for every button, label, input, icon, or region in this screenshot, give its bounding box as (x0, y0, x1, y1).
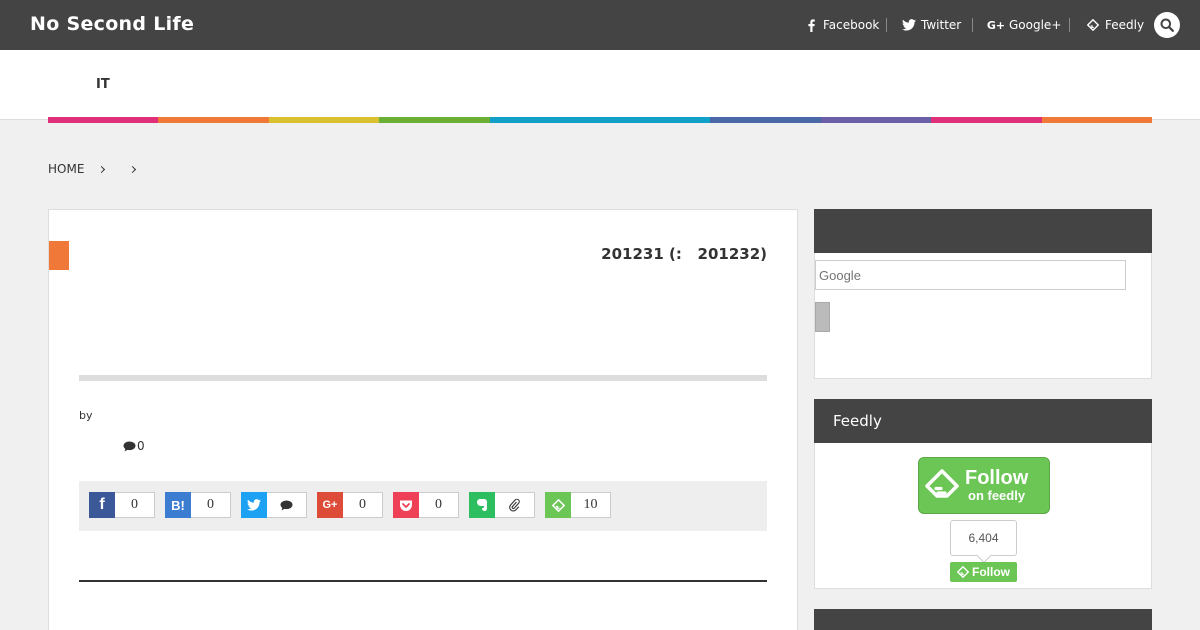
share-count: 0 (115, 492, 155, 518)
feedly-label: Feedly (1105, 18, 1145, 32)
header-band: IT (0, 50, 1200, 120)
facebook-link[interactable]: Facebook (804, 0, 879, 50)
evernote-icon (469, 492, 495, 518)
paperclip-icon (495, 492, 535, 518)
search-widget (814, 253, 1152, 379)
feedly-link[interactable]: Feedly (1086, 0, 1144, 50)
category-color-bar (48, 117, 1153, 123)
twitter-link[interactable]: Twitter (902, 0, 961, 50)
top-bar: No Second Life Facebook Twitter G+ Googl… (0, 0, 1200, 50)
chevron-right-icon (98, 165, 106, 173)
share-count: 10 (571, 492, 611, 518)
feedly-logo-icon (919, 468, 965, 503)
chevron-right-icon (129, 165, 137, 173)
nav-divider (972, 18, 973, 32)
category-color-segment (158, 117, 269, 123)
twitter-icon (241, 492, 267, 518)
category-color-segment (600, 117, 711, 123)
category-color-segment (820, 117, 932, 123)
google-plus-icon: G+ (317, 492, 343, 518)
post-date: 201231 (: 201232) (601, 245, 767, 263)
comment-icon (123, 441, 136, 452)
category-color-segment (268, 117, 380, 123)
share-buttons: f 0 B! 0 G+ 0 0 10 (79, 481, 767, 531)
site-title[interactable]: No Second Life (30, 13, 194, 35)
share-count: 0 (191, 492, 231, 518)
breadcrumb-home[interactable]: HOME (48, 162, 84, 176)
category-color-segment (489, 117, 601, 123)
feedly-follow-small-button[interactable]: Follow (950, 562, 1017, 582)
google-plus-link[interactable]: G+ Google+ (986, 0, 1062, 50)
feedly-widget: Follow on feedly 6,404 Follow (814, 443, 1152, 589)
share-twitter[interactable] (241, 492, 307, 518)
category-color-segment (931, 117, 1042, 123)
share-count: 0 (343, 492, 383, 518)
feedly-icon (1086, 18, 1100, 32)
category-color-segment (710, 117, 821, 123)
comment-count-value: 0 (137, 439, 145, 453)
hatena-bookmark-icon: B! (165, 492, 191, 518)
category-color-segment (1041, 117, 1153, 123)
nav-divider (886, 18, 887, 32)
category-color-segment (379, 117, 490, 123)
share-count: 0 (419, 492, 459, 518)
byline: by (79, 409, 93, 422)
follow-button-label: Follow (965, 466, 1029, 489)
twitter-label: Twitter (921, 18, 962, 32)
facebook-icon (804, 18, 818, 32)
feedly-icon (545, 492, 571, 518)
title-divider (79, 375, 767, 381)
search-icon (1160, 18, 1174, 32)
share-hatena[interactable]: B! 0 (165, 492, 231, 518)
follow-on-feedly-button[interactable]: Follow on feedly (918, 457, 1050, 514)
facebook-icon: f (89, 492, 115, 518)
follow-button-sublabel: on feedly (968, 487, 1026, 503)
share-feedly[interactable]: 10 (545, 492, 611, 518)
category-tag[interactable] (49, 241, 69, 270)
share-evernote[interactable] (469, 492, 535, 518)
article-card: 201231 (: 201232) by 0 f 0 B! 0 G+ 0 0 1… (48, 209, 798, 630)
comment-icon (267, 492, 307, 518)
pocket-icon (393, 492, 419, 518)
search-widget-header (814, 209, 1152, 253)
twitter-icon (902, 18, 916, 32)
feedly-follow-small-label: Follow (972, 565, 1010, 579)
share-google-plus[interactable]: G+ 0 (317, 492, 383, 518)
share-pocket[interactable]: 0 (393, 492, 459, 518)
search-input[interactable] (815, 260, 1126, 290)
feedly-widget-title: Feedly (814, 399, 1152, 443)
category-color-segment (48, 117, 159, 123)
feedly-icon (957, 566, 969, 578)
breadcrumb: HOME (48, 162, 137, 176)
nav-item-it[interactable]: IT (96, 77, 110, 92)
share-facebook[interactable]: f 0 (89, 492, 155, 518)
google-plus-icon: G+ (986, 18, 1006, 32)
facebook-label: Facebook (823, 18, 880, 32)
feedly-follower-count: 6,404 (950, 520, 1017, 556)
search-button[interactable] (1154, 12, 1180, 38)
nav-divider (1069, 18, 1070, 32)
next-widget-header (814, 609, 1152, 630)
content-divider (79, 580, 767, 582)
google-plus-label: Google+ (1009, 18, 1062, 32)
search-submit-button[interactable] (815, 302, 830, 332)
comment-count[interactable]: 0 (123, 439, 145, 453)
